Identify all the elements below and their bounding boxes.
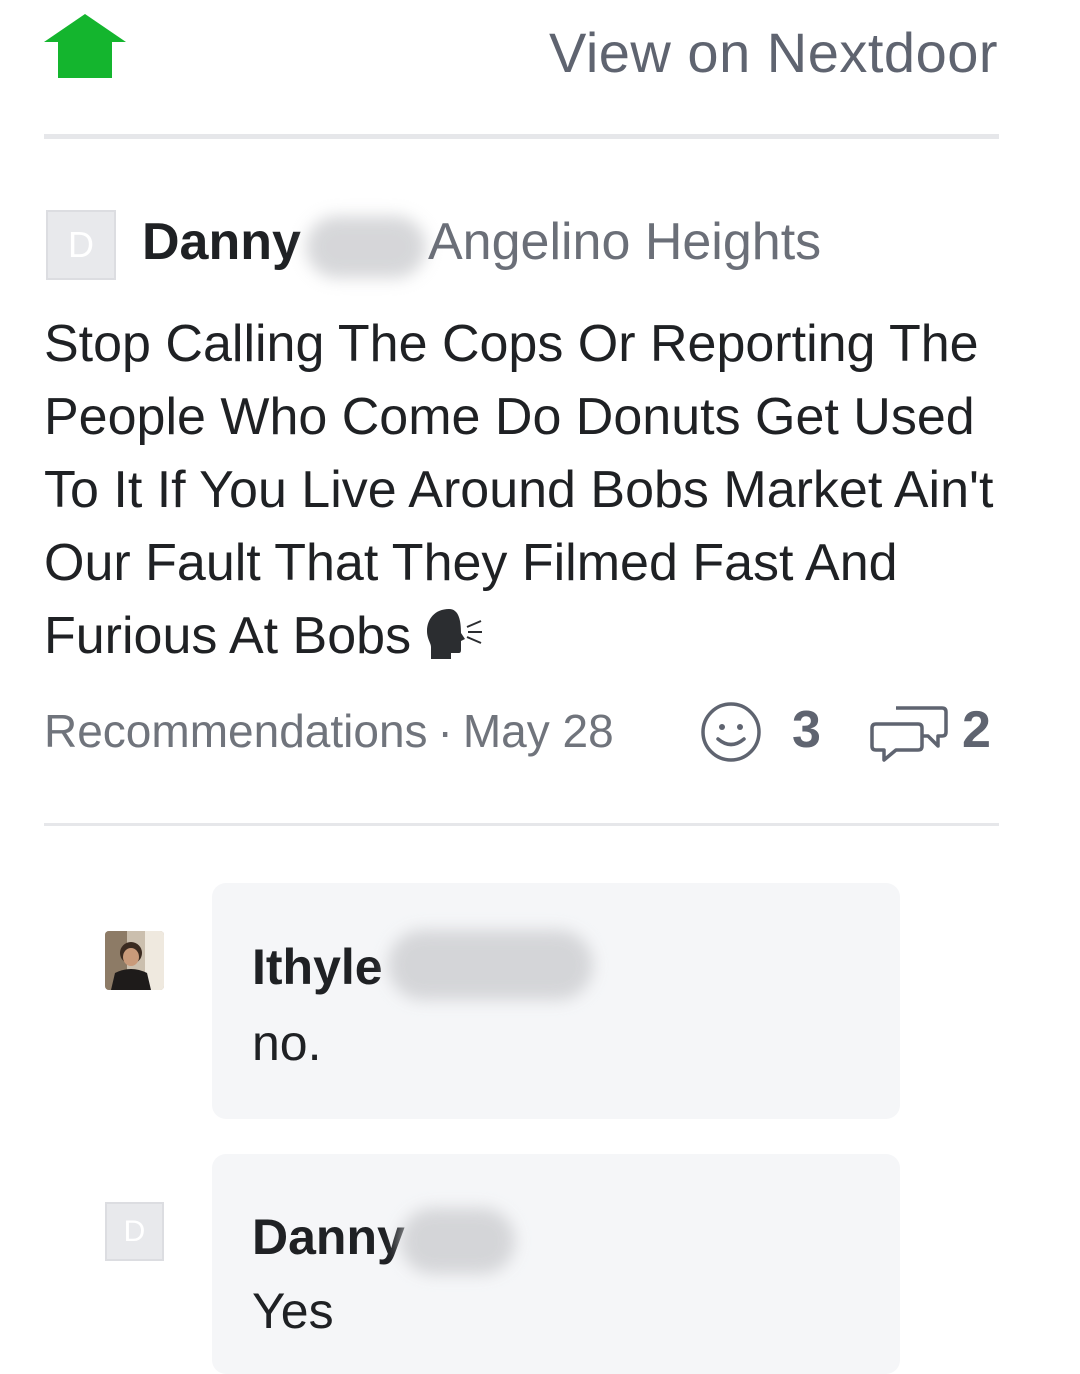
post-meta: Recommendations · May 28 <box>44 704 614 758</box>
comment-text: no. <box>252 1015 322 1071</box>
author-avatar[interactable]: D <box>46 210 116 280</box>
comment-bubbles-icon[interactable] <box>870 702 948 764</box>
author-name[interactable]: Danny <box>142 212 301 272</box>
reactions-count[interactable]: 3 <box>792 700 821 760</box>
comment-text: Yes <box>252 1283 334 1339</box>
post-body: Stop Calling The Cops Or Reporting The P… <box>44 308 1004 673</box>
speaking-head-icon <box>427 609 483 659</box>
photo-avatar-image <box>105 931 164 990</box>
header-divider <box>44 134 999 139</box>
comments-divider <box>44 823 999 826</box>
comments-count[interactable]: 2 <box>962 700 991 760</box>
commenter-name[interactable]: Danny <box>252 1208 405 1266</box>
redacted-surname <box>306 216 426 278</box>
redacted-surname <box>400 1208 515 1274</box>
post-date: May 28 <box>462 705 614 757</box>
commenter-name[interactable]: Ithyle <box>252 938 383 996</box>
commenter-avatar[interactable]: D <box>105 1202 164 1261</box>
neighborhood-label[interactable]: Angelino Heights <box>428 212 821 272</box>
category-link[interactable]: Recommendations <box>44 705 428 757</box>
nextdoor-house-icon[interactable] <box>42 12 128 80</box>
meta-separator: · <box>437 705 453 757</box>
post-author-row: D Danny Angelino Heights <box>44 208 1024 282</box>
redacted-surname <box>388 930 593 1000</box>
post-meta-row: Recommendations · May 28 3 2 <box>44 700 1004 770</box>
view-on-nextdoor-link[interactable]: View on Nextdoor <box>549 20 998 85</box>
comment-bubble <box>212 883 900 1119</box>
smile-reaction-icon[interactable] <box>699 700 763 764</box>
header: View on Nextdoor <box>0 0 1080 140</box>
post-text: Stop Calling The Cops Or Reporting The P… <box>44 315 994 665</box>
commenter-photo-avatar[interactable] <box>105 931 164 990</box>
